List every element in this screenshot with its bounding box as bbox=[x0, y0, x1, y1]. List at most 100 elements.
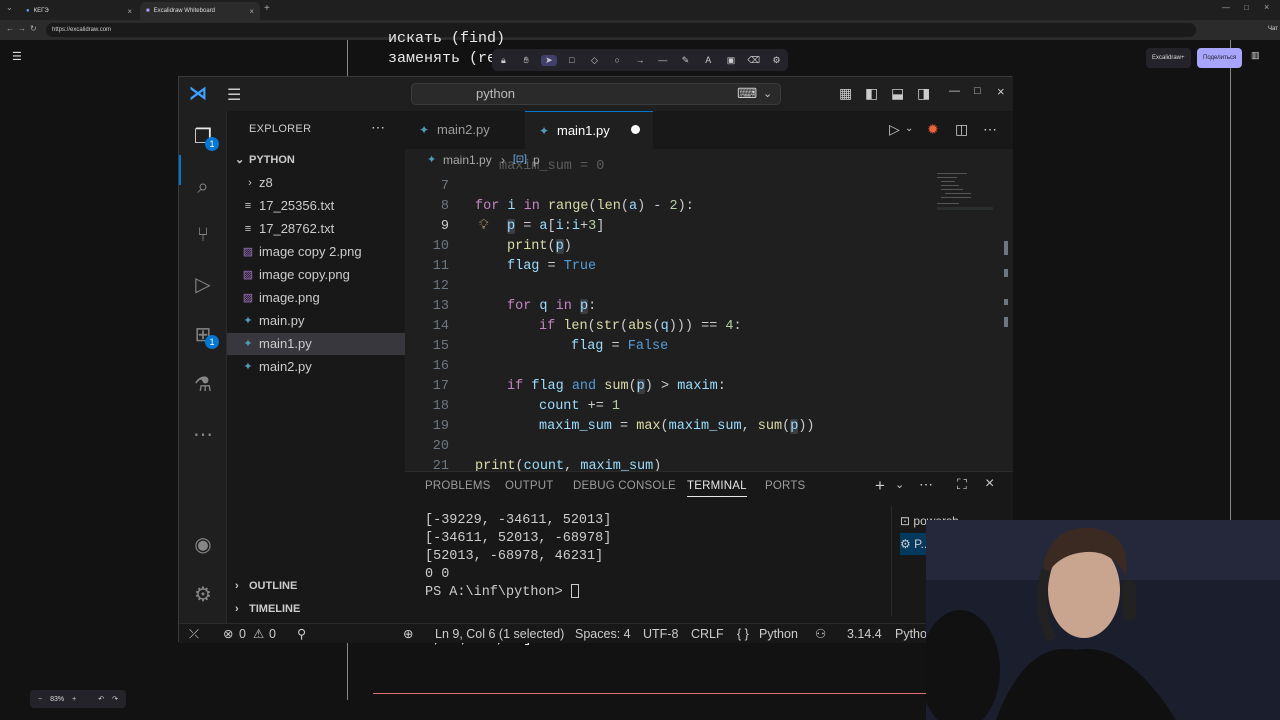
minimize-icon[interactable]: — bbox=[1222, 3, 1230, 12]
line-icon[interactable]: — bbox=[655, 55, 671, 65]
chevron-down-icon[interactable]: ⌄ bbox=[763, 87, 772, 100]
split-editor-icon[interactable]: ◫ bbox=[955, 121, 968, 138]
tree-item-file[interactable]: ✦ main2.py bbox=[227, 356, 405, 378]
warning-icon[interactable]: ⚠ bbox=[253, 624, 264, 644]
remote-icon[interactable]: ⤫ bbox=[189, 624, 199, 644]
menu-icon[interactable]: ☰ bbox=[227, 85, 241, 105]
hamburger-menu-icon[interactable]: ☰ bbox=[12, 50, 26, 64]
hand-icon[interactable]: ✋︎ bbox=[518, 55, 534, 66]
interpreter[interactable]: Pytho bbox=[895, 624, 927, 644]
toggle-sidebar-icon[interactable]: ◧ bbox=[865, 85, 878, 102]
rectangle-icon[interactable]: □ bbox=[564, 55, 580, 65]
redo-icon[interactable]: ↷ bbox=[112, 695, 118, 703]
library-icon[interactable]: ▥ bbox=[1251, 50, 1265, 64]
source-control-icon[interactable]: ⑂ bbox=[189, 221, 217, 249]
tree-item-folder[interactable]: › z8 bbox=[227, 172, 405, 194]
browser-tab-excalidraw[interactable]: ■ Excalidraw Whiteboard × bbox=[140, 2, 260, 20]
pencil-icon[interactable]: ✎ bbox=[678, 55, 694, 66]
zoom-in-icon[interactable]: + bbox=[72, 696, 76, 703]
outline-section[interactable]: › OUTLINE bbox=[227, 575, 405, 597]
account-icon[interactable]: ◉ bbox=[189, 531, 217, 559]
chat-label[interactable]: Чат bbox=[1268, 26, 1278, 32]
gear-icon[interactable]: ⚙ bbox=[189, 581, 217, 609]
undo-icon[interactable]: ↶ bbox=[98, 695, 104, 703]
ellipse-icon[interactable]: ○ bbox=[609, 55, 625, 65]
diamond-icon[interactable]: ◇ bbox=[586, 55, 602, 66]
eraser-icon[interactable]: ⌫ bbox=[746, 55, 762, 66]
unsaved-dot-icon[interactable] bbox=[631, 125, 640, 134]
close-window-icon[interactable]: × bbox=[1264, 2, 1269, 12]
forward-icon[interactable]: → bbox=[18, 24, 26, 33]
tree-item-file[interactable]: ≡ 17_25356.txt bbox=[227, 195, 405, 217]
tab-problems[interactable]: PROBLEMS bbox=[425, 480, 491, 492]
url-field[interactable]: https://excalidraw.com bbox=[46, 23, 1196, 37]
tab-output[interactable]: OUTPUT bbox=[505, 480, 553, 492]
zoom-out-icon[interactable]: − bbox=[38, 696, 42, 703]
more-actions-icon[interactable]: ⋯ bbox=[919, 476, 933, 493]
tree-item-file[interactable]: ▨ image copy 2.png bbox=[227, 241, 405, 263]
tree-item-file[interactable]: ▨ image copy.png bbox=[227, 264, 405, 286]
ports-icon[interactable]: ⚲ bbox=[297, 624, 306, 644]
back-icon[interactable]: ← bbox=[6, 24, 14, 33]
more-actions-icon[interactable]: ⋯ bbox=[371, 119, 385, 136]
chevron-down-icon[interactable]: ⌄ bbox=[895, 478, 904, 491]
search-icon[interactable]: ⌕ bbox=[189, 173, 217, 201]
arrow-icon[interactable]: → bbox=[632, 55, 648, 65]
tree-item-file[interactable]: ≡ 17_28762.txt bbox=[227, 218, 405, 240]
layout-icon[interactable]: ▦ bbox=[839, 85, 852, 102]
copilot-icon[interactable]: ⌨︎ bbox=[737, 85, 757, 102]
language-mode[interactable]: Python bbox=[759, 624, 798, 644]
timeline-section[interactable]: › TIMELINE bbox=[227, 598, 405, 620]
maximize-icon[interactable]: □ bbox=[1244, 3, 1249, 12]
excalidraw-plus-button[interactable]: Excalidraw+ bbox=[1146, 48, 1191, 68]
chevron-down-icon[interactable]: ⌄ bbox=[905, 123, 913, 134]
run-debug-icon[interactable]: ▷ bbox=[189, 271, 217, 299]
tree-item-file[interactable]: ✦ main.py bbox=[227, 310, 405, 332]
share-button[interactable]: Поделиться bbox=[1197, 48, 1243, 68]
folder-header[interactable]: ⌄ PYTHON bbox=[227, 149, 405, 171]
tab-terminal[interactable]: TERMINAL bbox=[687, 480, 747, 497]
tree-item-file[interactable]: ▨ image.png bbox=[227, 287, 405, 309]
browser-tab-kege[interactable]: ● КЕГЭ × bbox=[20, 2, 138, 20]
python-version[interactable]: 3.14.4 bbox=[847, 624, 882, 644]
image-icon[interactable]: ▣ bbox=[723, 55, 739, 66]
maximize-icon[interactable]: □ bbox=[974, 85, 981, 97]
extensions-icon[interactable]: ⊞ 1 bbox=[189, 321, 219, 349]
text-icon[interactable]: A bbox=[700, 55, 716, 65]
minimap[interactable] bbox=[935, 171, 999, 211]
command-center-search[interactable]: python bbox=[411, 83, 781, 105]
zoom-icon[interactable]: ⊕ bbox=[403, 624, 413, 644]
new-terminal-icon[interactable]: + bbox=[875, 476, 885, 496]
code-editor[interactable]: maxim_sum = 0 7 8 for i in range(len(a) -… bbox=[405, 159, 1005, 474]
error-icon[interactable]: ⊗ bbox=[223, 624, 233, 644]
more-actions-icon[interactable]: ⋯ bbox=[983, 121, 997, 138]
maximize-panel-icon[interactable]: ⛶ bbox=[957, 476, 967, 493]
tree-item-file-selected[interactable]: ✦ main1.py bbox=[227, 333, 405, 355]
close-panel-icon[interactable]: × bbox=[985, 475, 995, 493]
editor-scrollbar[interactable] bbox=[1001, 171, 1011, 471]
copilot-icon[interactable]: ⚇ bbox=[815, 624, 826, 644]
warning-count[interactable]: 0 bbox=[269, 624, 276, 644]
reload-icon[interactable]: ↻ bbox=[30, 24, 37, 33]
close-icon[interactable]: × bbox=[249, 7, 254, 16]
more-tools-icon[interactable]: ⚙︎ bbox=[769, 55, 785, 66]
terminal-output[interactable]: [-39229, -34611, 52013] [-34611, 52013, … bbox=[425, 512, 885, 622]
lightbulb-icon[interactable]: 💡︎ bbox=[479, 217, 488, 237]
tab-list-icon[interactable]: ⌄ bbox=[6, 3, 13, 12]
lock-icon[interactable]: 🔒︎ bbox=[495, 55, 511, 66]
toggle-panel-icon[interactable]: ⬓ bbox=[891, 85, 904, 102]
line-endings[interactable]: CRLF bbox=[691, 624, 724, 644]
encoding[interactable]: UTF-8 bbox=[643, 624, 678, 644]
zoom-level[interactable]: 83% bbox=[50, 696, 64, 703]
pointer-icon[interactable]: ➤ bbox=[540, 54, 557, 66]
error-count[interactable]: 0 bbox=[239, 624, 246, 644]
extension-action-icon[interactable]: ✹ bbox=[927, 121, 939, 138]
more-views-icon[interactable]: ⋯ bbox=[189, 421, 217, 449]
cursor-position[interactable]: Ln 9, Col 6 (1 selected) bbox=[435, 624, 564, 644]
run-icon[interactable]: ▷ bbox=[889, 121, 900, 138]
new-tab-icon[interactable]: + bbox=[264, 3, 270, 14]
tab-ports[interactable]: PORTS bbox=[765, 480, 805, 492]
close-icon[interactable]: × bbox=[127, 7, 132, 16]
minimize-icon[interactable]: — bbox=[949, 85, 960, 97]
toggle-secondary-sidebar-icon[interactable]: ◨ bbox=[917, 85, 930, 102]
